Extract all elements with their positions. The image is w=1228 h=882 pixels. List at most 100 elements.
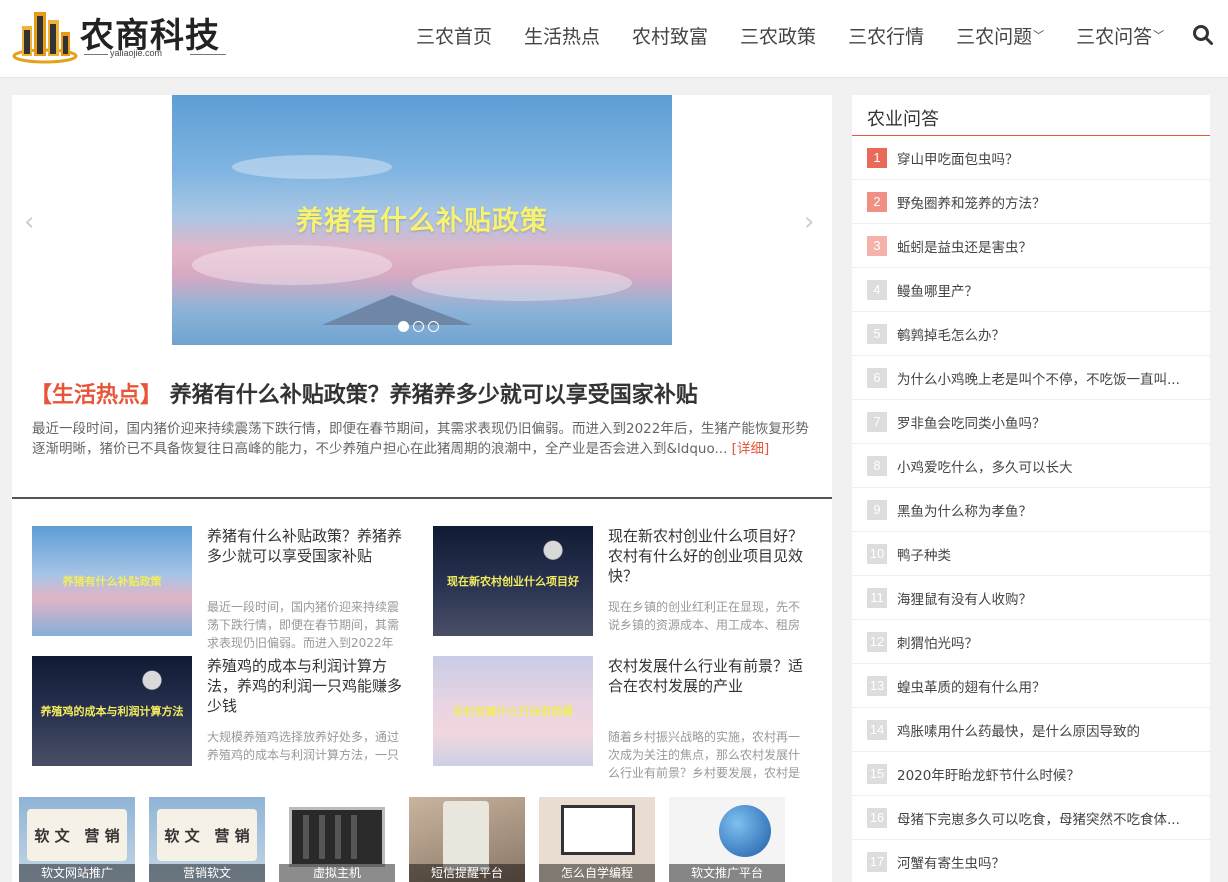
list-item-title[interactable]: 黑鱼为什么称为孝鱼？	[897, 500, 1192, 520]
list-item[interactable]: 2 野兔圈养和笼养的方法？	[852, 180, 1210, 224]
list-item-title[interactable]: 鸡胀嗉用什么药最快，是什么原因导致的	[897, 720, 1192, 740]
list-item-title[interactable]: 鳗鱼哪里产？	[897, 280, 1192, 300]
list-item-title[interactable]: 2020年盱眙龙虾节什么时候？	[897, 764, 1192, 784]
rank-badge: 14	[867, 719, 887, 740]
rank-badge: 4	[867, 279, 887, 300]
image-slider[interactable]: 养猪有什么补贴政策	[172, 95, 672, 345]
post-thumbnail[interactable]: 现在新农村创业什么项目好	[433, 526, 593, 636]
section-divider	[12, 497, 832, 499]
nav-label: 三农政策	[740, 25, 817, 48]
post-title[interactable]: 养猪有什么补贴政策？养猪养多少就可以享受国家补贴	[207, 526, 407, 566]
nav-item-qa[interactable]: 三农问答 ﹀	[1076, 22, 1164, 49]
list-item[interactable]: 6 为什么小鸡晚上老是叫个不停，不吃饭一直叫...	[852, 356, 1210, 400]
post-card[interactable]: 养猪有什么补贴政策 养猪有什么补贴政策？养猪养多少就可以享受国家补贴 最近一段时…	[32, 526, 412, 650]
slider-prev-arrow[interactable]: ‹	[24, 207, 34, 237]
feature-headline[interactable]: 养猪有什么补贴政策？养猪养多少就可以享受国家补贴	[170, 383, 698, 408]
feature-excerpt-text: 最近一段时间，国内猪价迎来持续震荡下跌行情，即便在春节期间，其需求表现仍旧偏弱。…	[32, 421, 809, 457]
logo-domain: yaliaojie.com	[110, 48, 163, 58]
list-item[interactable]: 3 蚯蚓是益虫还是害虫？	[852, 224, 1210, 268]
nav-label: 三农问题	[956, 25, 1033, 48]
list-item[interactable]: 11 海狸鼠有没有人收购？	[852, 576, 1210, 620]
list-item-title[interactable]: 蝗虫革质的翅有什么用？	[897, 676, 1192, 696]
main-content: ‹ 养猪有什么补贴政策 › 【生活热点】 养猪有什么补贴政策？养猪养多少就可以享…	[12, 95, 832, 882]
list-item[interactable]: 12 刺猬怕光吗？	[852, 620, 1210, 664]
rank-badge: 6	[867, 367, 887, 388]
list-item-title[interactable]: 鹌鹑掉毛怎么办？	[897, 324, 1192, 344]
sidebar: 农业问答 1 穿山甲吃面包虫吗？ 2 野兔圈养和笼养的方法？ 3 蚯蚓是益虫还是害虫？…	[852, 95, 1210, 882]
list-item[interactable]: 4 鳗鱼哪里产？	[852, 268, 1210, 312]
post-thumbnail[interactable]: 养猪有什么补贴政策	[32, 526, 192, 636]
book-text: 营 销	[214, 826, 250, 845]
list-item[interactable]: 5 鹌鹑掉毛怎么办？	[852, 312, 1210, 356]
list-item-title[interactable]: 海狸鼠有没有人收购？	[897, 588, 1192, 608]
nav-item-rich[interactable]: 农村致富	[632, 22, 708, 49]
read-more-link[interactable]: [详细]	[732, 441, 770, 457]
book-image: 软 文营 销	[27, 809, 127, 861]
list-item[interactable]: 10 鸭子种类	[852, 532, 1210, 576]
slider-dot[interactable]	[428, 321, 439, 332]
ad-label: 软文推广平台	[669, 864, 785, 882]
ad-banner[interactable]: 软文推广平台	[669, 797, 785, 882]
rank-badge: 15	[867, 763, 887, 784]
list-item[interactable]: 17 河蟹有寄生虫吗？	[852, 840, 1210, 882]
ad-banner[interactable]: 虚拟主机	[279, 797, 395, 882]
list-item-title[interactable]: 穿山甲吃面包虫吗？	[897, 148, 1192, 168]
post-thumbnail[interactable]: 农村发展什么行业有前景	[433, 656, 593, 766]
slider-dot[interactable]	[413, 321, 424, 332]
feature-excerpt: 最近一段时间，国内猪价迎来持续震荡下跌行情，即便在春节期间，其需求表现仍旧偏弱。…	[32, 419, 812, 459]
list-item-title[interactable]: 小鸡爱吃什么，多久可以长大	[897, 456, 1192, 476]
ad-banner[interactable]: 短信提醒平台	[409, 797, 525, 882]
feature-title[interactable]: 【生活热点】 养猪有什么补贴政策？养猪养多少就可以享受国家补贴	[30, 377, 698, 409]
server-slot	[335, 815, 341, 859]
nav-item-policy[interactable]: 三农政策	[740, 22, 816, 49]
search-icon[interactable]	[1192, 24, 1214, 46]
list-item[interactable]: 13 蝗虫革质的翅有什么用？	[852, 664, 1210, 708]
rank-badge: 9	[867, 499, 887, 520]
thumbnail-caption: 现在新农村创业什么项目好	[447, 575, 579, 588]
list-item[interactable]: 9 黑鱼为什么称为孝鱼？	[852, 488, 1210, 532]
ad-banner[interactable]: 软 文营 销 软文网站推广	[19, 797, 135, 882]
nav-label: 三农行情	[848, 25, 925, 48]
ad-banner[interactable]: 软 文营 销 营销软文	[149, 797, 265, 882]
post-title[interactable]: 养殖鸡的成本与利润计算方法，养鸡的利润一只鸡能赚多少钱	[207, 656, 407, 716]
post-thumbnail[interactable]: 养殖鸡的成本与利润计算方法	[32, 656, 192, 766]
nav-item-hot[interactable]: 生活热点	[524, 22, 600, 49]
list-item-title[interactable]: 为什么小鸡晚上老是叫个不停，不吃饭一直叫...	[897, 368, 1192, 388]
post-card[interactable]: 养殖鸡的成本与利润计算方法 养殖鸡的成本与利润计算方法，养鸡的利润一只鸡能赚多少…	[32, 656, 412, 766]
list-item[interactable]: 7 罗非鱼会吃同类小鱼吗？	[852, 400, 1210, 444]
feature-category[interactable]: 【生活热点】	[30, 383, 162, 408]
slider-next-arrow[interactable]: ›	[804, 207, 814, 237]
rank-badge: 1	[867, 147, 887, 168]
rank-badge: 17	[867, 851, 887, 872]
post-card[interactable]: 农村发展什么行业有前景 农村发展什么行业有前景？适合在农村发展的产业 随着乡村振…	[433, 656, 813, 780]
list-item[interactable]: 1 穿山甲吃面包虫吗？	[852, 136, 1210, 180]
list-item[interactable]: 14 鸡胀嗉用什么药最快，是什么原因导致的	[852, 708, 1210, 752]
list-item-title[interactable]: 蚯蚓是益虫还是害虫？	[897, 236, 1192, 256]
nav-item-market[interactable]: 三农行情	[848, 22, 924, 49]
rank-badge: 13	[867, 675, 887, 696]
rank-badge: 10	[867, 543, 887, 564]
nav-item-home[interactable]: 三农首页	[416, 22, 492, 49]
list-item[interactable]: 16 母猪下完崽多久可以吃食，母猪突然不吃食体...	[852, 796, 1210, 840]
list-item-title[interactable]: 河蟹有寄生虫吗？	[897, 852, 1192, 872]
logo-divider	[190, 54, 226, 55]
list-item-title[interactable]: 母猪下完崽多久可以吃食，母猪突然不吃食体...	[897, 808, 1192, 828]
slide-caption: 养猪有什么补贴政策	[296, 206, 548, 237]
rank-badge: 2	[867, 191, 887, 212]
list-item-title[interactable]: 刺猬怕光吗？	[897, 632, 1192, 652]
list-item[interactable]: 8 小鸡爱吃什么，多久可以长大	[852, 444, 1210, 488]
laptop-image	[561, 805, 635, 855]
ad-banner[interactable]: 怎么自学编程	[539, 797, 655, 882]
post-title[interactable]: 现在新农村创业什么项目好？农村有什么好的创业项目见效快？	[608, 526, 808, 586]
post-card[interactable]: 现在新农村创业什么项目好 现在新农村创业什么项目好？农村有什么好的创业项目见效快…	[433, 526, 813, 636]
list-item[interactable]: 15 2020年盱眙龙虾节什么时候？	[852, 752, 1210, 796]
list-item-title[interactable]: 野兔圈养和笼养的方法？	[897, 192, 1192, 212]
list-item-title[interactable]: 鸭子种类	[897, 544, 1192, 564]
post-excerpt: 现在乡镇的创业红利正在显现，先不说乡镇的资源成本、用工成本、租房	[608, 600, 801, 632]
site-logo[interactable]: 农商科技 yaliaojie.com	[12, 6, 232, 64]
slider-dot[interactable]	[398, 321, 409, 332]
post-title[interactable]: 农村发展什么行业有前景？适合在农村发展的产业	[608, 656, 808, 696]
book-text: 软 文	[164, 826, 200, 845]
nav-item-problems[interactable]: 三农问题 ﹀	[956, 22, 1044, 49]
list-item-title[interactable]: 罗非鱼会吃同类小鱼吗？	[897, 412, 1192, 432]
